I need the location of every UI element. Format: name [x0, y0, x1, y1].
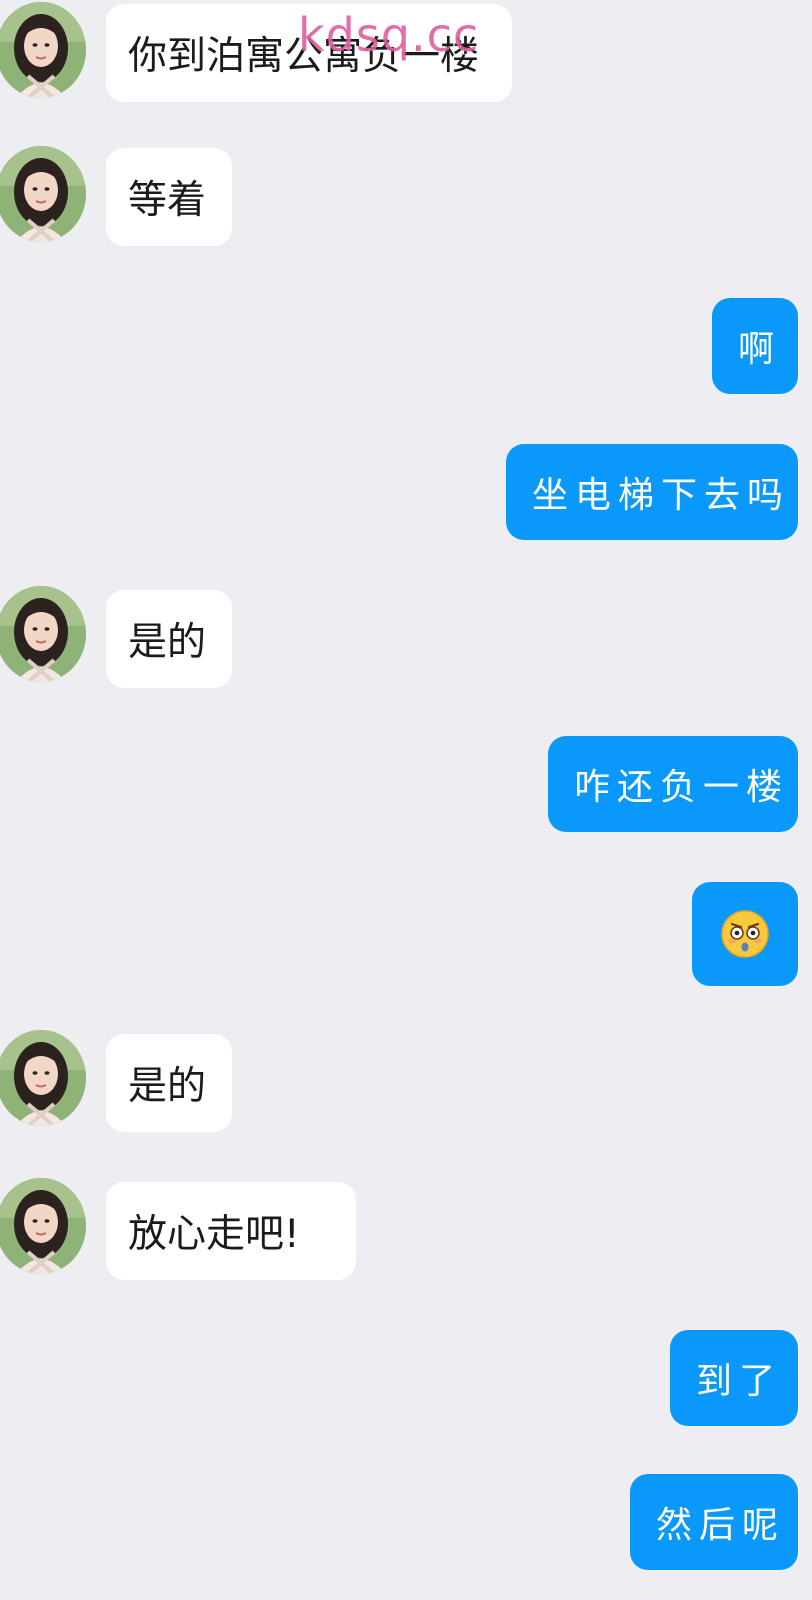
message-text: 然后呢 — [656, 1505, 786, 1546]
message-bubble-outgoing[interactable]: 坐电梯下去吗 — [506, 444, 798, 540]
message-text: 是的 — [128, 1064, 207, 1109]
contact-avatar[interactable] — [0, 1030, 86, 1126]
message-bubble-outgoing[interactable]: 咋还负一楼 — [548, 736, 798, 832]
message-text: 是的 — [128, 620, 207, 665]
message-bubble-outgoing[interactable] — [692, 882, 798, 986]
message-text: 你到泊寓公寓负一楼 — [128, 34, 480, 79]
message-bubble-incoming[interactable]: 放心走吧! — [106, 1182, 356, 1280]
message-row-outgoing: 啊 — [0, 298, 812, 396]
chat-conversation[interactable]: 你到泊寓公寓负一楼 等着 啊 坐电梯下去吗 是的 咋还负一楼 是的 放心走吧! … — [0, 0, 812, 1600]
message-text: 咋还负一楼 — [574, 767, 790, 808]
message-bubble-outgoing[interactable]: 到了 — [670, 1330, 798, 1426]
message-bubble-incoming[interactable]: 你到泊寓公寓负一楼 — [106, 4, 512, 102]
message-text: 到了 — [696, 1361, 783, 1402]
message-row-outgoing — [0, 882, 812, 986]
message-row-outgoing: 到了 — [0, 1330, 812, 1426]
message-bubble-outgoing[interactable]: 啊 — [712, 298, 798, 394]
contact-avatar[interactable] — [0, 2, 86, 98]
message-row-incoming: 是的 — [0, 1030, 812, 1134]
contact-avatar[interactable] — [0, 586, 86, 682]
message-text: 放心走吧! — [128, 1212, 300, 1257]
message-row-incoming: 等着 — [0, 146, 812, 248]
message-row-incoming: 是的 — [0, 586, 812, 690]
contact-avatar[interactable] — [0, 146, 86, 242]
message-bubble-incoming[interactable]: 是的 — [106, 590, 232, 688]
message-row-incoming: 你到泊寓公寓负一楼 — [0, 2, 812, 104]
message-row-outgoing: 然后呢 — [0, 1474, 812, 1570]
flushed-face-emoji — [721, 910, 769, 958]
message-row-outgoing: 坐电梯下去吗 — [0, 444, 812, 542]
message-row-incoming: 放心走吧! — [0, 1178, 812, 1282]
message-row-outgoing: 咋还负一楼 — [0, 736, 812, 834]
message-text: 等着 — [128, 178, 207, 223]
message-bubble-incoming[interactable]: 等着 — [106, 148, 232, 246]
message-text: 坐电梯下去吗 — [532, 475, 791, 516]
contact-avatar[interactable] — [0, 1178, 86, 1274]
message-text: 啊 — [738, 329, 782, 370]
message-bubble-incoming[interactable]: 是的 — [106, 1034, 232, 1132]
message-bubble-outgoing[interactable]: 然后呢 — [630, 1474, 798, 1570]
